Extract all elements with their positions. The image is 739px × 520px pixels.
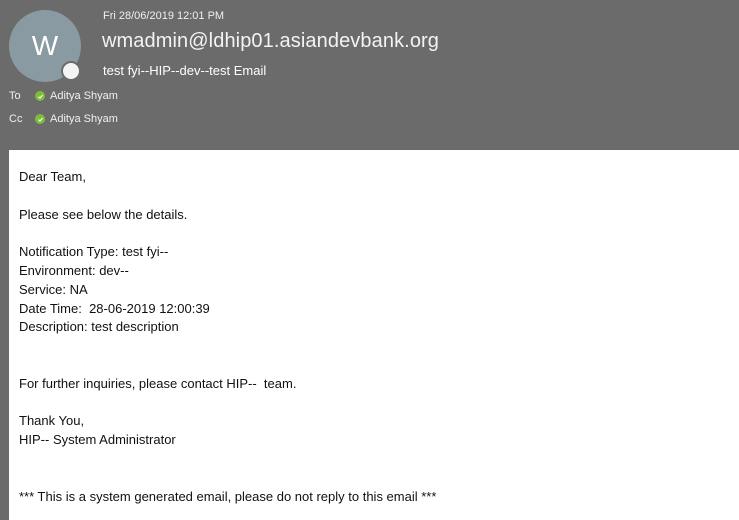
message-body: Dear Team, Please see below the details.…: [9, 150, 739, 520]
body-notification-type: Notification Type: test fyi--: [19, 244, 169, 260]
body-service: Service: NA: [19, 281, 88, 297]
message-date: Fri 28/06/2019 12:01 PM: [103, 10, 225, 22]
presence-status-icon: [61, 61, 81, 81]
to-recipient[interactable]: Aditya Shyam: [35, 90, 118, 102]
cc-label: Cc: [9, 113, 23, 125]
to-recipient-name: Aditya Shyam: [50, 90, 118, 102]
cc-row: Cc Aditya Shyam: [9, 111, 118, 127]
cc-recipient[interactable]: Aditya Shyam: [35, 113, 118, 125]
body-inquiries: For further inquiries, please contact HI…: [19, 375, 297, 391]
message-header: W Fri 28/06/2019 12:01 PM wmadmin@ldhip0…: [0, 0, 739, 150]
checkmark-icon: [35, 114, 45, 124]
body-intro: Please see below the details.: [19, 206, 188, 222]
body-date-time: Date Time: 28-06-2019 12:00:39: [19, 300, 210, 316]
message-subject: test fyi--HIP--dev--test Email: [103, 63, 267, 78]
cc-recipient-name: Aditya Shyam: [50, 113, 118, 125]
body-environment: Environment: dev--: [19, 262, 129, 278]
checkmark-icon: [35, 91, 45, 101]
body-signature: HIP-- System Administrator: [19, 432, 176, 448]
body-footer: *** This is a system generated email, pl…: [19, 488, 437, 504]
body-description: Description: test description: [19, 319, 179, 335]
sender-address[interactable]: wmadmin@ldhip01.asiandevbank.org: [102, 30, 439, 53]
to-label: To: [9, 90, 21, 102]
to-row: To Aditya Shyam: [9, 88, 118, 104]
body-greeting: Dear Team,: [19, 169, 86, 184]
body-thanks: Thank You,: [19, 413, 85, 429]
